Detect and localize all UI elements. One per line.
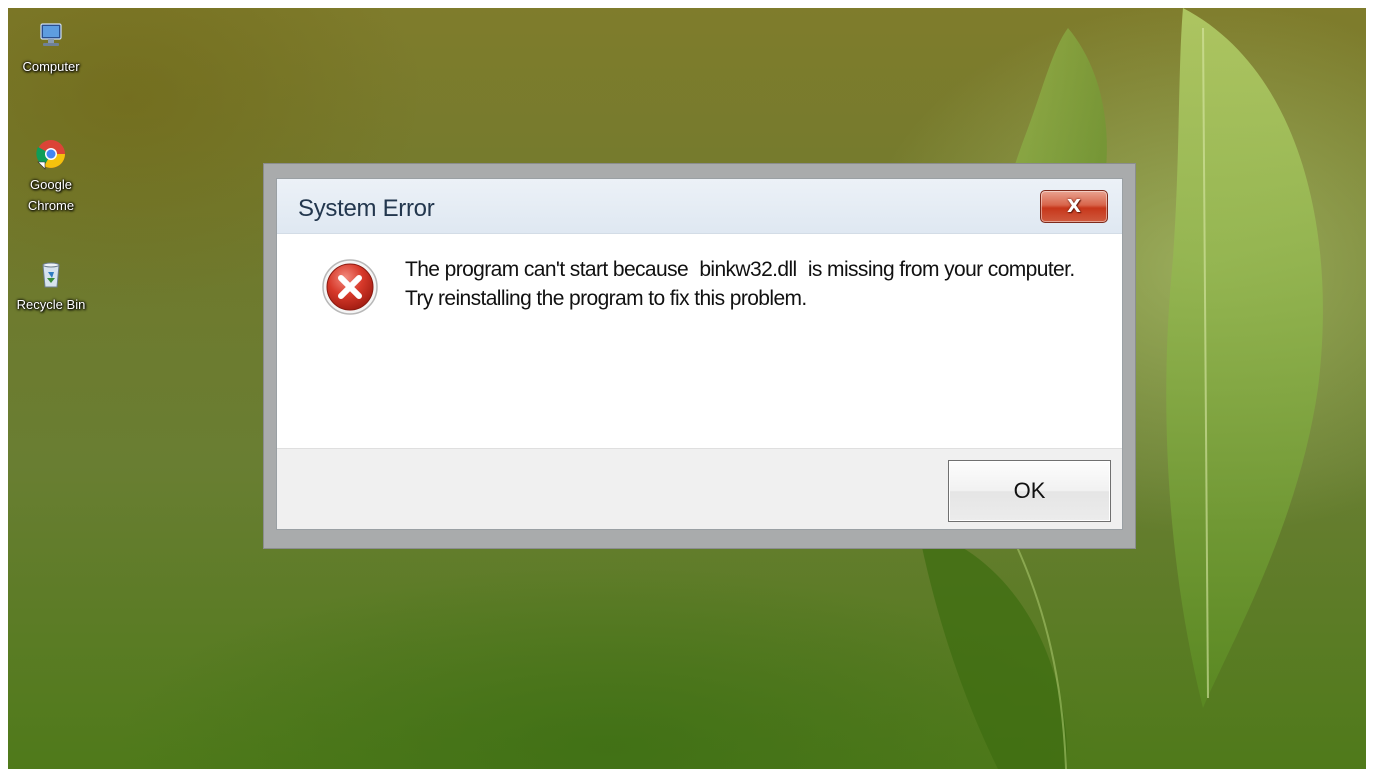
recycle-bin-icon	[35, 258, 67, 290]
dialog-title: System Error	[298, 195, 435, 222]
close-button[interactable]: X	[1040, 190, 1108, 223]
dialog-window: System Error X The program can't start b…	[276, 178, 1123, 530]
error-message-part1: The program can't start because	[405, 258, 689, 281]
dialog-titlebar[interactable]: System Error X	[277, 179, 1122, 234]
desktop-icon-computer[interactable]: Computer	[8, 20, 94, 77]
error-message: The program can't start because binkw32.…	[405, 255, 1085, 313]
desktop-icon-label: Computer	[22, 59, 80, 74]
close-icon: X	[1067, 195, 1081, 217]
dialog-footer: OK	[277, 448, 1122, 529]
desktop-icon-recycle-bin[interactable]: Recycle Bin	[8, 258, 94, 315]
computer-icon	[35, 20, 67, 52]
desktop-icon-google-chrome[interactable]: Google Chrome	[8, 138, 94, 216]
dialog-message-area: The program can't start because binkw32.…	[277, 234, 1122, 448]
desktop-icon-label: Google Chrome	[27, 177, 75, 213]
chrome-icon	[35, 138, 67, 170]
missing-file-name: binkw32.dll	[699, 258, 797, 281]
error-icon	[320, 257, 380, 317]
ok-button[interactable]: OK	[948, 460, 1111, 522]
desktop-icon-label: Recycle Bin	[16, 297, 86, 312]
system-error-dialog: System Error X The program can't start b…	[263, 163, 1136, 549]
